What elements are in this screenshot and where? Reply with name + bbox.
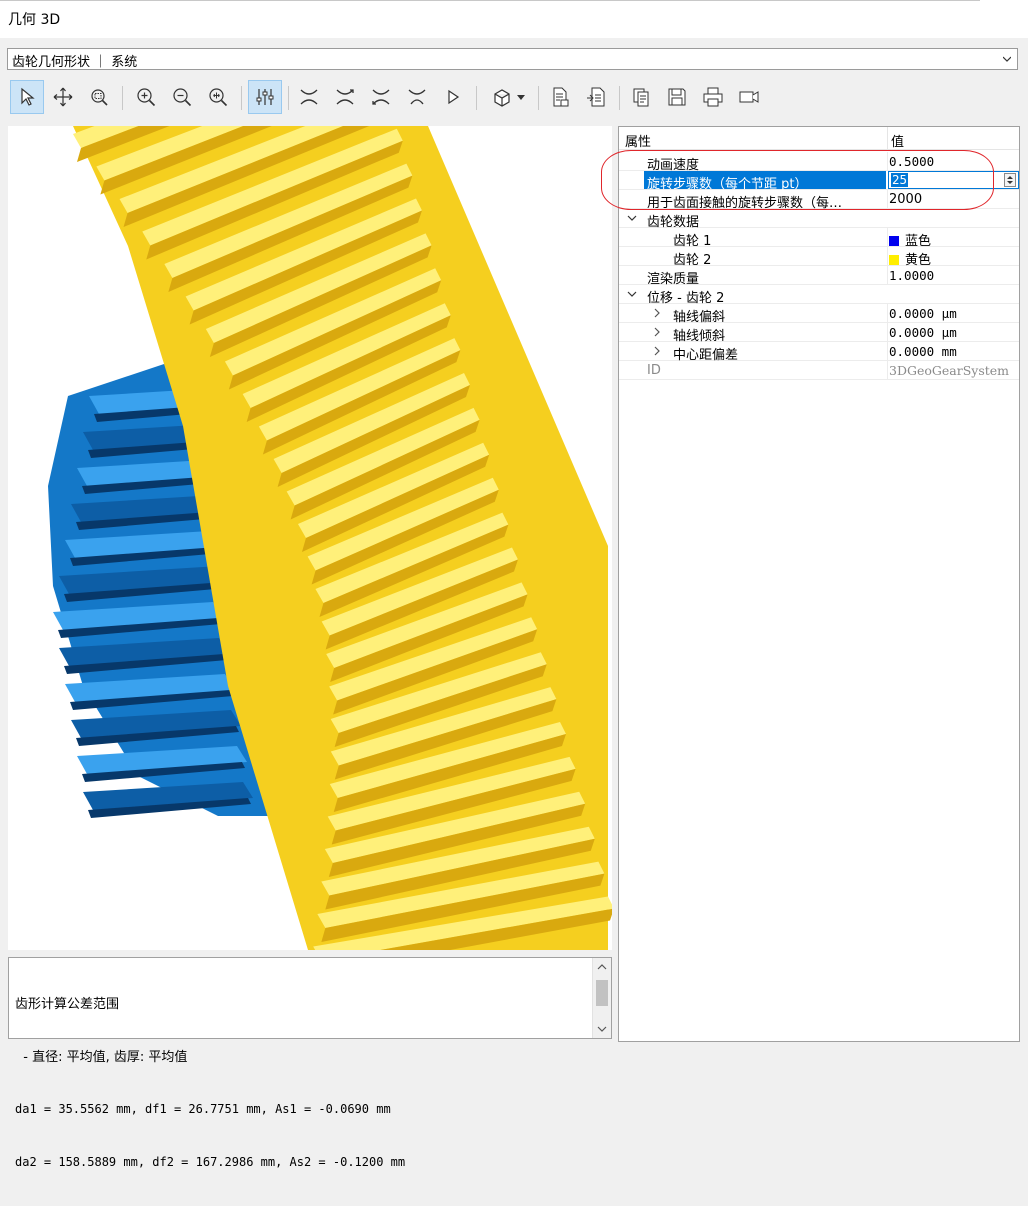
3d-viewport[interactable] — [8, 126, 612, 950]
zoom-window-button[interactable] — [82, 80, 116, 114]
header-property: 属性 — [625, 135, 652, 150]
view-orientation-dropdown[interactable] — [482, 80, 534, 114]
title-bar: 几何 3D — [0, 0, 1028, 38]
output-line: 齿形计算公差范围 — [15, 997, 120, 1012]
toolbar-separator — [538, 86, 539, 110]
save-button[interactable] — [660, 80, 694, 114]
spin-arrows-icon — [1007, 176, 1013, 184]
view-selector-value: 齿轮几何形状 ｜ 系统 — [12, 55, 138, 70]
annotation-highlight — [601, 150, 994, 210]
chevron-right-icon[interactable] — [652, 327, 662, 337]
pan-icon — [53, 87, 73, 107]
settings-sliders-icon — [256, 89, 274, 105]
toolbar — [8, 80, 1020, 116]
property-group-gear-data[interactable]: 齿轮数据 — [619, 209, 1019, 230]
color-swatch-blue — [889, 236, 899, 246]
output-text: 齿形计算公差范围 - 直径: 平均值, 齿厚: 平均值 da1 = 35.556… — [15, 961, 405, 1206]
video-icon — [739, 91, 759, 103]
scroll-thumb[interactable] — [596, 980, 608, 1006]
export-button[interactable] — [579, 80, 613, 114]
zoom-fit-icon — [209, 88, 228, 107]
view-1-icon — [300, 89, 318, 105]
select-tool-button[interactable] — [10, 80, 44, 114]
view-3-icon — [372, 89, 390, 105]
zoom-out-button[interactable] — [165, 80, 199, 114]
property-row-axis-inclination[interactable]: 轴线倾斜 0.0000 µm — [619, 323, 1019, 344]
copy-button[interactable] — [624, 80, 658, 114]
zoom-out-icon — [173, 88, 192, 107]
toolbar-separator — [619, 86, 620, 110]
property-row-gear-1[interactable]: 齿轮 1 蓝色 — [619, 228, 1019, 249]
print-icon — [703, 87, 723, 107]
toolbar-separator — [241, 86, 242, 110]
chevron-down-icon — [517, 95, 525, 100]
property-grid-header: 属性 值 — [619, 127, 1019, 150]
spin-buttons[interactable] — [1004, 173, 1016, 187]
zoom-in-button[interactable] — [129, 80, 163, 114]
toolbar-separator — [288, 86, 289, 110]
zoom-fit-button[interactable] — [201, 80, 235, 114]
color-swatch-yellow — [889, 255, 899, 265]
report-button[interactable] — [543, 80, 577, 114]
settings-button[interactable] — [248, 80, 282, 114]
view-2-button[interactable] — [328, 80, 362, 114]
property-row-gear-2[interactable]: 齿轮 2 黄色 — [619, 247, 1019, 268]
view-selector-dropdown[interactable]: 齿轮几何形状 ｜ 系统 — [7, 48, 1018, 70]
export-icon — [587, 87, 605, 107]
save-icon — [668, 88, 686, 106]
title-divider — [0, 0, 980, 1]
chevron-down-icon — [1003, 56, 1011, 62]
view-1-button[interactable] — [292, 80, 326, 114]
output-line: da1 = 35.5562 mm, df1 = 26.7751 mm, As1 … — [15, 1102, 391, 1116]
calculation-output-panel[interactable]: 齿形计算公差范围 - 直径: 平均值, 齿厚: 平均值 da1 = 35.556… — [8, 957, 612, 1169]
view-3-button[interactable] — [364, 80, 398, 114]
zoom-in-icon — [137, 88, 156, 107]
copy-icon — [633, 88, 649, 107]
view-2-icon — [336, 89, 354, 105]
play-button[interactable] — [436, 80, 470, 114]
toolbar-separator — [476, 86, 477, 110]
chevron-right-icon[interactable] — [652, 346, 662, 356]
record-video-button[interactable] — [732, 80, 766, 114]
play-icon — [448, 89, 460, 105]
scroll-up-icon[interactable] — [597, 962, 607, 972]
toolbar-separator — [122, 86, 123, 110]
property-grid: 属性 值 动画速度 0.5000 旋转步骤数（每个节距 pt） 25 用于齿面接… — [618, 126, 1020, 1042]
zoom-window-icon — [91, 89, 108, 106]
select-icon — [21, 87, 35, 106]
scroll-down-icon[interactable] — [597, 1024, 607, 1034]
chevron-down-icon[interactable] — [627, 289, 637, 299]
window-title: 几何 3D — [8, 12, 61, 28]
pan-tool-button[interactable] — [46, 80, 80, 114]
chevron-down-icon[interactable] — [627, 213, 637, 223]
header-value: 值 — [891, 135, 905, 150]
property-row-id[interactable]: ID 3DGeoGearSystem — [619, 361, 1019, 380]
property-row-center-distance[interactable]: 中心距偏差 0.0000 mm — [619, 342, 1019, 363]
gear-rendering — [48, 126, 612, 950]
property-row-render-quality[interactable]: 渲染质量 1.0000 — [619, 266, 1019, 287]
chevron-right-icon[interactable] — [652, 308, 662, 318]
output-line: - 直径: 平均值, 齿厚: 平均值 — [15, 1049, 188, 1065]
view-4-icon — [408, 89, 426, 105]
property-row-axis-deviation[interactable]: 轴线偏斜 0.0000 µm — [619, 304, 1019, 325]
property-group-displacement[interactable]: 位移 - 齿轮 2 — [619, 285, 1019, 306]
output-scrollbar[interactable] — [592, 958, 611, 1038]
view-4-button[interactable] — [400, 80, 434, 114]
output-line: da2 = 158.5889 mm, df2 = 167.2986 mm, As… — [15, 1154, 406, 1169]
cube-icon — [494, 89, 510, 107]
print-button[interactable] — [696, 80, 730, 114]
report-icon — [553, 87, 569, 107]
